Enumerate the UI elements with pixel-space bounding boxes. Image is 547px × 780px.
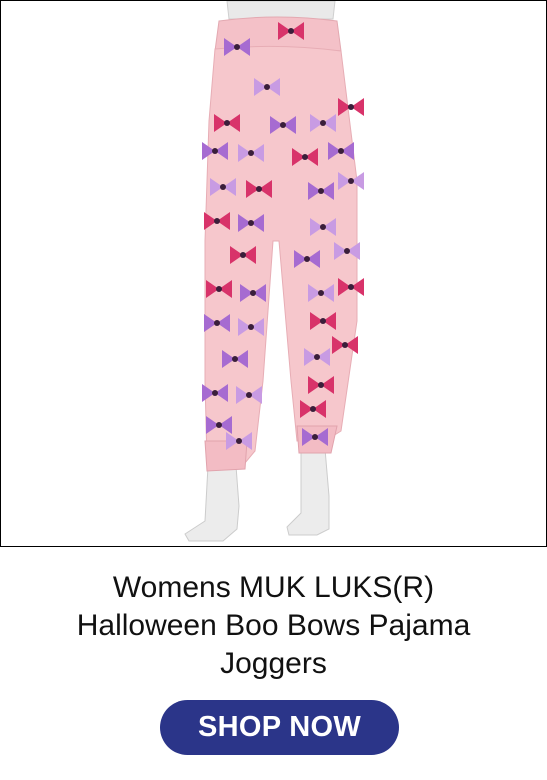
bow-motif xyxy=(338,98,364,116)
mannequin-right-foot xyxy=(286,448,330,536)
pajama-joggers-illustration xyxy=(184,1,364,542)
product-card: Womens MUK LUKS(R) Halloween Boo Bows Pa… xyxy=(0,0,547,780)
product-image[interactable] xyxy=(0,0,547,547)
shop-now-button[interactable]: SHOP NOW xyxy=(160,700,399,755)
mannequin-torso xyxy=(226,1,336,20)
product-title-line-2: Halloween Boo Bows Pajama xyxy=(76,609,471,642)
product-title-line-1: Womens MUK LUKS(R) xyxy=(112,571,435,604)
product-title[interactable]: Womens MUK LUKS(R) Halloween Boo Bows Pa… xyxy=(20,569,527,683)
product-title-line-3: Joggers xyxy=(220,647,327,680)
mannequin-left-foot xyxy=(184,465,240,542)
